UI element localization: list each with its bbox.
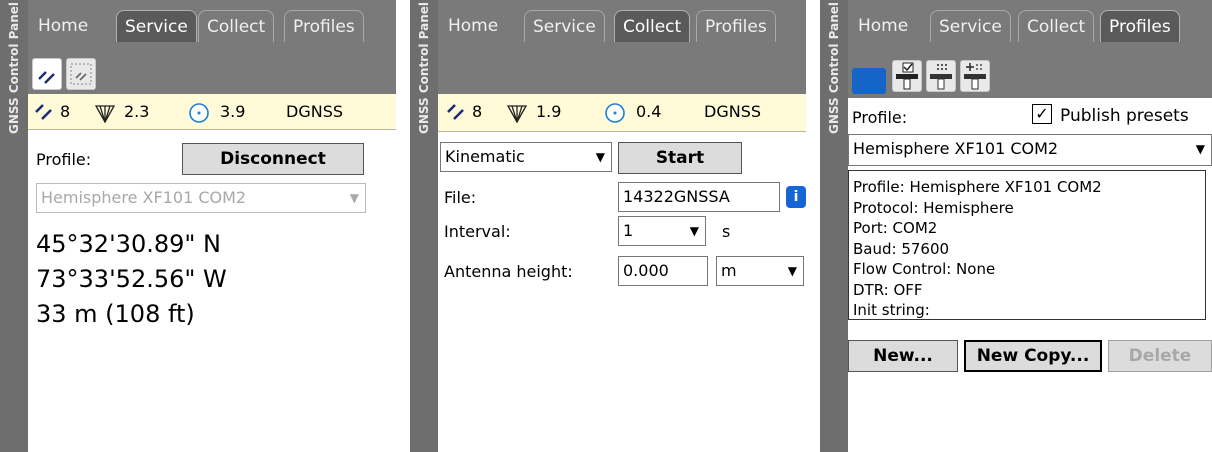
- side-title: GNSS Control Panel: [827, 2, 841, 134]
- tab-service[interactable]: Service: [116, 10, 197, 42]
- tab-service[interactable]: Service: [524, 10, 605, 42]
- satellite-count: 8: [60, 102, 71, 121]
- grid-profile-icon[interactable]: [926, 60, 956, 92]
- chevron-down-icon: ▼: [1195, 142, 1205, 156]
- tab-collect[interactable]: Collect: [1018, 10, 1095, 42]
- file-name-input[interactable]: 14322GNSSA: [618, 182, 780, 212]
- chevron-down-icon: ▼: [349, 191, 359, 205]
- collect-panel: GNSS Control Panel Home Service Collect …: [410, 0, 806, 452]
- pdop-value: 1.9: [536, 102, 562, 121]
- start-button[interactable]: Start: [618, 142, 742, 174]
- toolbar: [848, 54, 1212, 98]
- longitude: 73°33'52.56" W: [36, 265, 227, 293]
- detail-line: DTR: OFF: [853, 280, 923, 299]
- profile-label: Profile:: [852, 108, 908, 127]
- tab-profiles[interactable]: Profiles: [1100, 10, 1180, 42]
- antenna-unit-select[interactable]: m ▼: [716, 256, 804, 286]
- accuracy-value: 0.4: [636, 102, 662, 121]
- publish-presets-checkbox[interactable]: ✓: [1032, 104, 1052, 124]
- profile-label: Profile:: [36, 150, 92, 169]
- detail-line: Flow Control: None: [853, 260, 996, 278]
- tab-strip: Home Service Collect Profiles: [438, 0, 806, 54]
- publish-presets-label: Publish presets: [1060, 106, 1189, 126]
- tab-profiles[interactable]: Profiles: [696, 10, 776, 42]
- collect-mode-value: Kinematic: [445, 147, 525, 166]
- profiles-panel: GNSS Control Panel Home Service Collect …: [820, 0, 1212, 452]
- delete-button[interactable]: Delete: [1108, 340, 1212, 372]
- gnss-status-bar: 8 2.3 3.9 DGNSS: [28, 94, 396, 130]
- add-profile-icon[interactable]: [960, 60, 990, 92]
- latitude: 45°32'30.89" N: [36, 230, 222, 258]
- pdop-icon: [94, 105, 116, 124]
- satellite-icon: [35, 104, 52, 120]
- detail-line: Profile: Hemisphere XF101 COM2: [853, 178, 1102, 196]
- tab-profiles[interactable]: Profiles: [284, 10, 364, 42]
- pdop-value: 2.3: [124, 102, 150, 121]
- side-title-bar: GNSS Control Panel: [820, 0, 848, 452]
- edit-profile-icon[interactable]: [892, 60, 922, 92]
- profile-select: Hemisphere XF101 COM2 ▼: [36, 183, 366, 213]
- divider: [396, 0, 410, 452]
- file-label: File:: [444, 188, 477, 207]
- accuracy-value: 3.9: [220, 102, 246, 121]
- satellite-count: 8: [472, 102, 483, 121]
- fix-mode: DGNSS: [704, 102, 761, 121]
- profile-select-value: Hemisphere XF101 COM2: [41, 188, 247, 207]
- chevron-down-icon: ▼: [595, 150, 605, 164]
- tab-home[interactable]: Home: [850, 10, 916, 42]
- detail-line: Baud: 57600: [853, 239, 950, 258]
- side-title: GNSS Control Panel: [417, 2, 431, 134]
- divider: [806, 0, 820, 452]
- new-copy-button[interactable]: New Copy...: [964, 340, 1102, 372]
- tab-collect[interactable]: Collect: [614, 10, 691, 42]
- side-title: GNSS Control Panel: [7, 2, 21, 134]
- toolbar: [28, 54, 396, 94]
- tab-strip: Home Service Collect Profiles: [28, 0, 396, 54]
- profile-details: Profile: Hemisphere XF101 COM2 Protocol:…: [848, 170, 1206, 320]
- toolbar: [438, 54, 806, 94]
- interval-unit: s: [722, 222, 731, 241]
- info-icon[interactable]: i: [786, 186, 806, 208]
- satellite-icon: [447, 104, 464, 120]
- detail-line: Init string:: [853, 301, 930, 319]
- detail-line: Protocol: Hemisphere: [853, 198, 1014, 217]
- disconnect-button[interactable]: Disconnect: [182, 143, 364, 175]
- pdop-icon: [506, 105, 528, 124]
- detail-line: Port: COM2: [853, 219, 938, 237]
- profile-select[interactable]: Hemisphere XF101 COM2 ▼: [848, 134, 1212, 166]
- accuracy-icon: [189, 103, 209, 123]
- tab-home[interactable]: Home: [30, 10, 96, 42]
- tab-strip: Home Service Collect Profiles: [848, 0, 1212, 54]
- connection-icon[interactable]: [32, 58, 62, 90]
- collect-mode-select[interactable]: Kinematic ▼: [440, 142, 612, 172]
- gnss-status-bar: 8 1.9 0.4 DGNSS: [438, 94, 806, 132]
- antenna-height-label: Antenna height:: [444, 262, 573, 281]
- tab-home[interactable]: Home: [440, 10, 506, 42]
- service-panel: GNSS Control Panel Home Service Collect …: [0, 0, 396, 452]
- new-button[interactable]: New...: [848, 340, 958, 372]
- chevron-down-icon: ▼: [787, 264, 797, 278]
- accuracy-icon: [605, 103, 625, 123]
- altitude: 33 m (108 ft): [36, 300, 195, 328]
- tab-collect[interactable]: Collect: [198, 10, 275, 42]
- fix-mode: DGNSS: [286, 102, 343, 121]
- chevron-down-icon: ▼: [689, 224, 699, 238]
- side-title-bar: GNSS Control Panel: [0, 0, 28, 452]
- interval-label: Interval:: [444, 222, 511, 241]
- tab-service[interactable]: Service: [930, 10, 1011, 42]
- interval-select[interactable]: 1 ▼: [618, 216, 706, 246]
- antenna-height-input[interactable]: 0.000: [618, 256, 708, 286]
- folder-icon[interactable]: [852, 68, 886, 94]
- side-title-bar: GNSS Control Panel: [410, 0, 438, 452]
- log-icon[interactable]: [66, 58, 96, 90]
